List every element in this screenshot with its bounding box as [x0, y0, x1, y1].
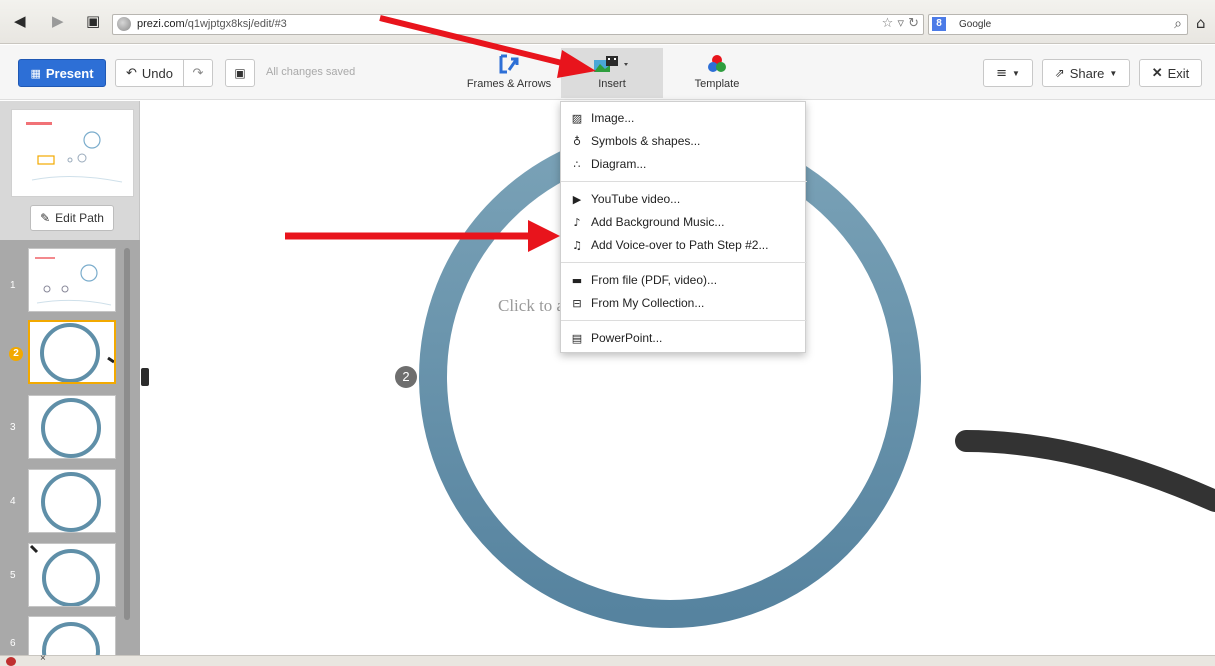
arrow-to-insert	[379, 15, 596, 78]
arrow-to-voice-over	[285, 220, 560, 252]
addon-status-icon[interactable]	[6, 657, 16, 666]
browser-status-bar: ×	[0, 653, 1215, 666]
close-icon[interactable]: ×	[40, 653, 46, 664]
annotation-arrows	[285, 15, 596, 252]
